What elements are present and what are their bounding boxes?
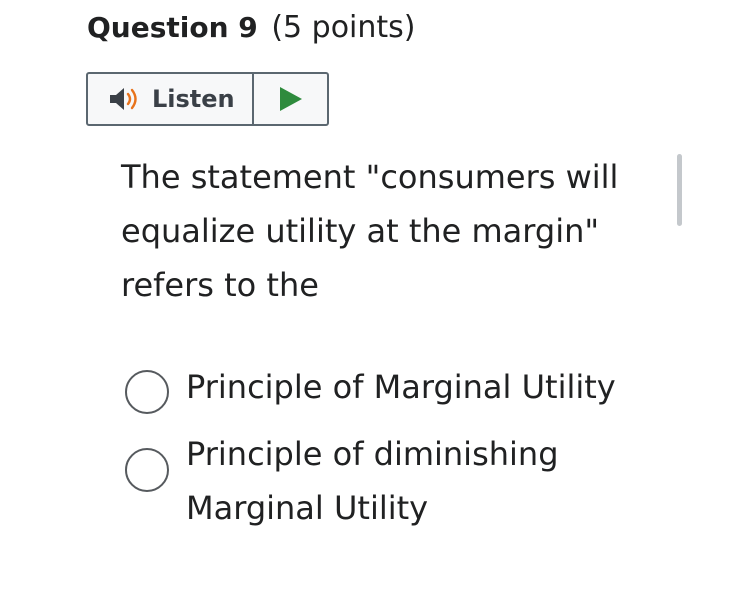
radio-button[interactable] [125,370,169,414]
answer-option-label: Principle of diminishing Marginal Utilit… [186,435,559,527]
scrollbar-thumb[interactable] [677,154,682,226]
question-points: (5 points) [271,10,416,45]
radio-button[interactable] [125,448,169,492]
play-button[interactable] [254,74,327,124]
listen-label: Listen [152,85,235,113]
answer-option[interactable]: Principle of diminishing Marginal Utilit… [125,427,656,535]
answer-option[interactable]: Principle of Marginal Utility [125,360,656,414]
answer-option-label: Principle of Marginal Utility [186,368,616,406]
question-header: Question 9 (5 points) [87,8,416,48]
play-icon [279,87,302,111]
question-prompt: The statement "consumers will equalize u… [121,158,619,304]
listen-button[interactable]: Listen [88,74,254,124]
question-title: Question 9 [87,11,258,44]
speaker-icon [110,88,137,110]
listen-widget: Listen [86,72,329,126]
